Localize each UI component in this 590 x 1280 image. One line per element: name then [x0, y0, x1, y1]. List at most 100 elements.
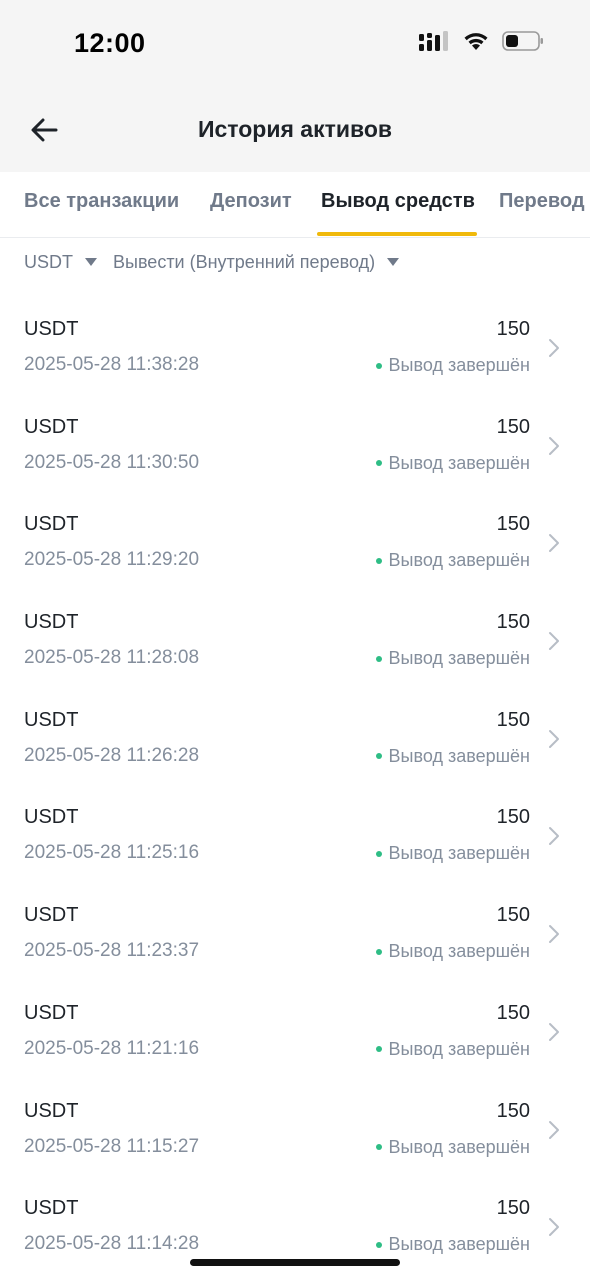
type-filter-label: Вывести (Внутренний перевод) [113, 251, 376, 272]
transaction-status: Вывод завершён [375, 1234, 530, 1255]
chevron-right-icon [549, 339, 559, 357]
caret-down-icon [387, 258, 400, 266]
tab-withdrawal[interactable]: Вывод средств [321, 190, 475, 213]
status-dot-icon [375, 1046, 382, 1053]
caret-down-icon [85, 258, 97, 266]
active-tab-indicator [317, 232, 477, 236]
status-dot-icon [375, 1241, 382, 1248]
transaction-asset: USDT [24, 318, 79, 340]
status-bar: 12:00 [0, 0, 590, 90]
battery-icon [502, 30, 544, 52]
status-dot-icon [375, 460, 382, 467]
transaction-asset: USDT [24, 1197, 79, 1220]
transaction-date: 2025-05-28 11:26:28 [24, 744, 200, 766]
transaction-amount: 150 [496, 806, 530, 829]
transaction-status: Вывод завершён [375, 452, 530, 474]
transaction-list: USDT 2025-05-28 11:38:28 150 Вывод завер… [0, 300, 590, 1277]
transaction-status: Вывод завершён [375, 355, 530, 376]
transaction-row[interactable]: USDT 2025-05-28 11:26:28 150 Вывод завер… [0, 691, 590, 789]
transaction-asset: USDT [24, 415, 79, 438]
status-label: Вывод завершён [388, 550, 530, 571]
status-dot-icon [375, 362, 382, 369]
status-label: Вывод завершён [388, 1234, 530, 1255]
transaction-amount: 150 [496, 415, 530, 438]
top-area: 12:00 История активов [0, 0, 590, 172]
wifi-icon [462, 30, 490, 52]
transaction-row[interactable]: USDT 2025-05-28 11:25:16 150 Вывод завер… [0, 788, 590, 886]
transaction-date: 2025-05-28 11:29:20 [24, 549, 200, 571]
chevron-right-icon [549, 925, 559, 944]
chevron-right-icon [549, 436, 559, 455]
transaction-date: 2025-05-28 11:25:16 [24, 842, 200, 864]
transaction-amount: 150 [496, 708, 530, 731]
transaction-status: Вывод завершён [375, 746, 530, 767]
transaction-status: Вывод завершён [375, 1038, 530, 1060]
home-indicator[interactable] [190, 1259, 400, 1266]
transaction-asset: USDT [24, 1001, 79, 1024]
transaction-asset: USDT [24, 513, 79, 536]
transaction-row[interactable]: USDT 2025-05-28 11:38:28 150 Вывод завер… [0, 300, 590, 398]
transaction-date: 2025-05-28 11:28:08 [24, 647, 200, 669]
transaction-row[interactable]: USDT 2025-05-28 11:30:50 150 Вывод завер… [0, 398, 590, 496]
transaction-status: Вывод завершён [375, 941, 530, 962]
coin-filter-dropdown[interactable]: USDT [24, 252, 97, 273]
tab-deposit[interactable]: Депозит [210, 190, 292, 213]
transaction-amount: 150 [496, 904, 530, 927]
type-filter-dropdown[interactable]: Вывести (Внутренний перевод) [113, 251, 400, 273]
chevron-right-icon [549, 632, 559, 651]
status-label: Вывод завершён [388, 1038, 530, 1059]
filter-bar: USDT Вывести (Внутренний перевод) [24, 250, 415, 274]
transaction-status: Вывод завершён [375, 1136, 530, 1158]
chevron-right-icon [549, 1120, 559, 1139]
transaction-date: 2025-05-28 11:14:28 [24, 1233, 200, 1255]
transaction-amount: 150 [496, 318, 530, 340]
transaction-date: 2025-05-28 11:30:50 [24, 451, 200, 473]
chevron-right-icon [549, 729, 559, 748]
status-label: Вывод завершён [388, 452, 530, 473]
status-dot-icon [375, 850, 382, 857]
transaction-amount: 150 [496, 513, 530, 536]
page-title: История активов [197, 116, 393, 142]
transaction-asset: USDT [24, 806, 79, 829]
transaction-date: 2025-05-28 11:38:28 [24, 354, 200, 375]
status-label: Вывод завершён [388, 843, 530, 864]
status-label: Вывод завершён [388, 941, 530, 962]
chevron-right-icon [549, 827, 559, 846]
transaction-row[interactable]: USDT 2025-05-28 11:21:16 150 Вывод завер… [0, 984, 590, 1082]
transaction-status: Вывод завершён [375, 843, 530, 864]
status-dot-icon [375, 1144, 382, 1150]
transaction-row[interactable]: USDT 2025-05-28 11:15:27 150 Вывод завер… [0, 1082, 590, 1180]
chevron-right-icon [549, 534, 559, 553]
transaction-asset: USDT [24, 708, 79, 731]
status-label: Вывод завершён [388, 355, 530, 375]
cellular-signal-icon [418, 30, 450, 52]
status-dot-icon [375, 948, 382, 955]
transaction-status: Вывод завершён [375, 648, 530, 669]
tab-transfer[interactable]: Перевод [499, 190, 585, 213]
transaction-asset: USDT [24, 611, 79, 634]
status-label: Вывод завершён [388, 1136, 530, 1157]
transaction-date: 2025-05-28 11:23:37 [24, 940, 200, 962]
transaction-asset: USDT [24, 1099, 79, 1122]
transaction-row[interactable]: USDT 2025-05-28 11:29:20 150 Вывод завер… [0, 495, 590, 593]
transaction-date: 2025-05-28 11:15:27 [24, 1135, 200, 1157]
chevron-right-icon [549, 1218, 559, 1237]
status-time: 12:00 [74, 28, 146, 58]
status-icons [418, 30, 544, 52]
transaction-row[interactable]: USDT 2025-05-28 11:28:08 150 Вывод завер… [0, 593, 590, 691]
status-dot-icon [375, 753, 382, 760]
transaction-amount: 150 [496, 1197, 530, 1220]
status-dot-icon [375, 557, 382, 564]
transaction-row[interactable]: USDT 2025-05-28 11:23:37 150 Вывод завер… [0, 886, 590, 984]
transaction-status: Вывод завершён [375, 550, 530, 571]
app-header: История активов [0, 96, 590, 166]
transaction-date: 2025-05-28 11:21:16 [24, 1037, 200, 1059]
status-label: Вывод завершён [388, 648, 530, 669]
tab-bar: Все транзакции Депозит Вывод средств Пер… [0, 172, 590, 238]
tab-all-transactions[interactable]: Все транзакции [24, 190, 179, 213]
transaction-amount: 150 [496, 1099, 530, 1122]
transaction-amount: 150 [496, 1001, 530, 1024]
transaction-asset: USDT [24, 904, 79, 927]
chevron-right-icon [549, 1022, 559, 1041]
transaction-amount: 150 [496, 611, 530, 634]
